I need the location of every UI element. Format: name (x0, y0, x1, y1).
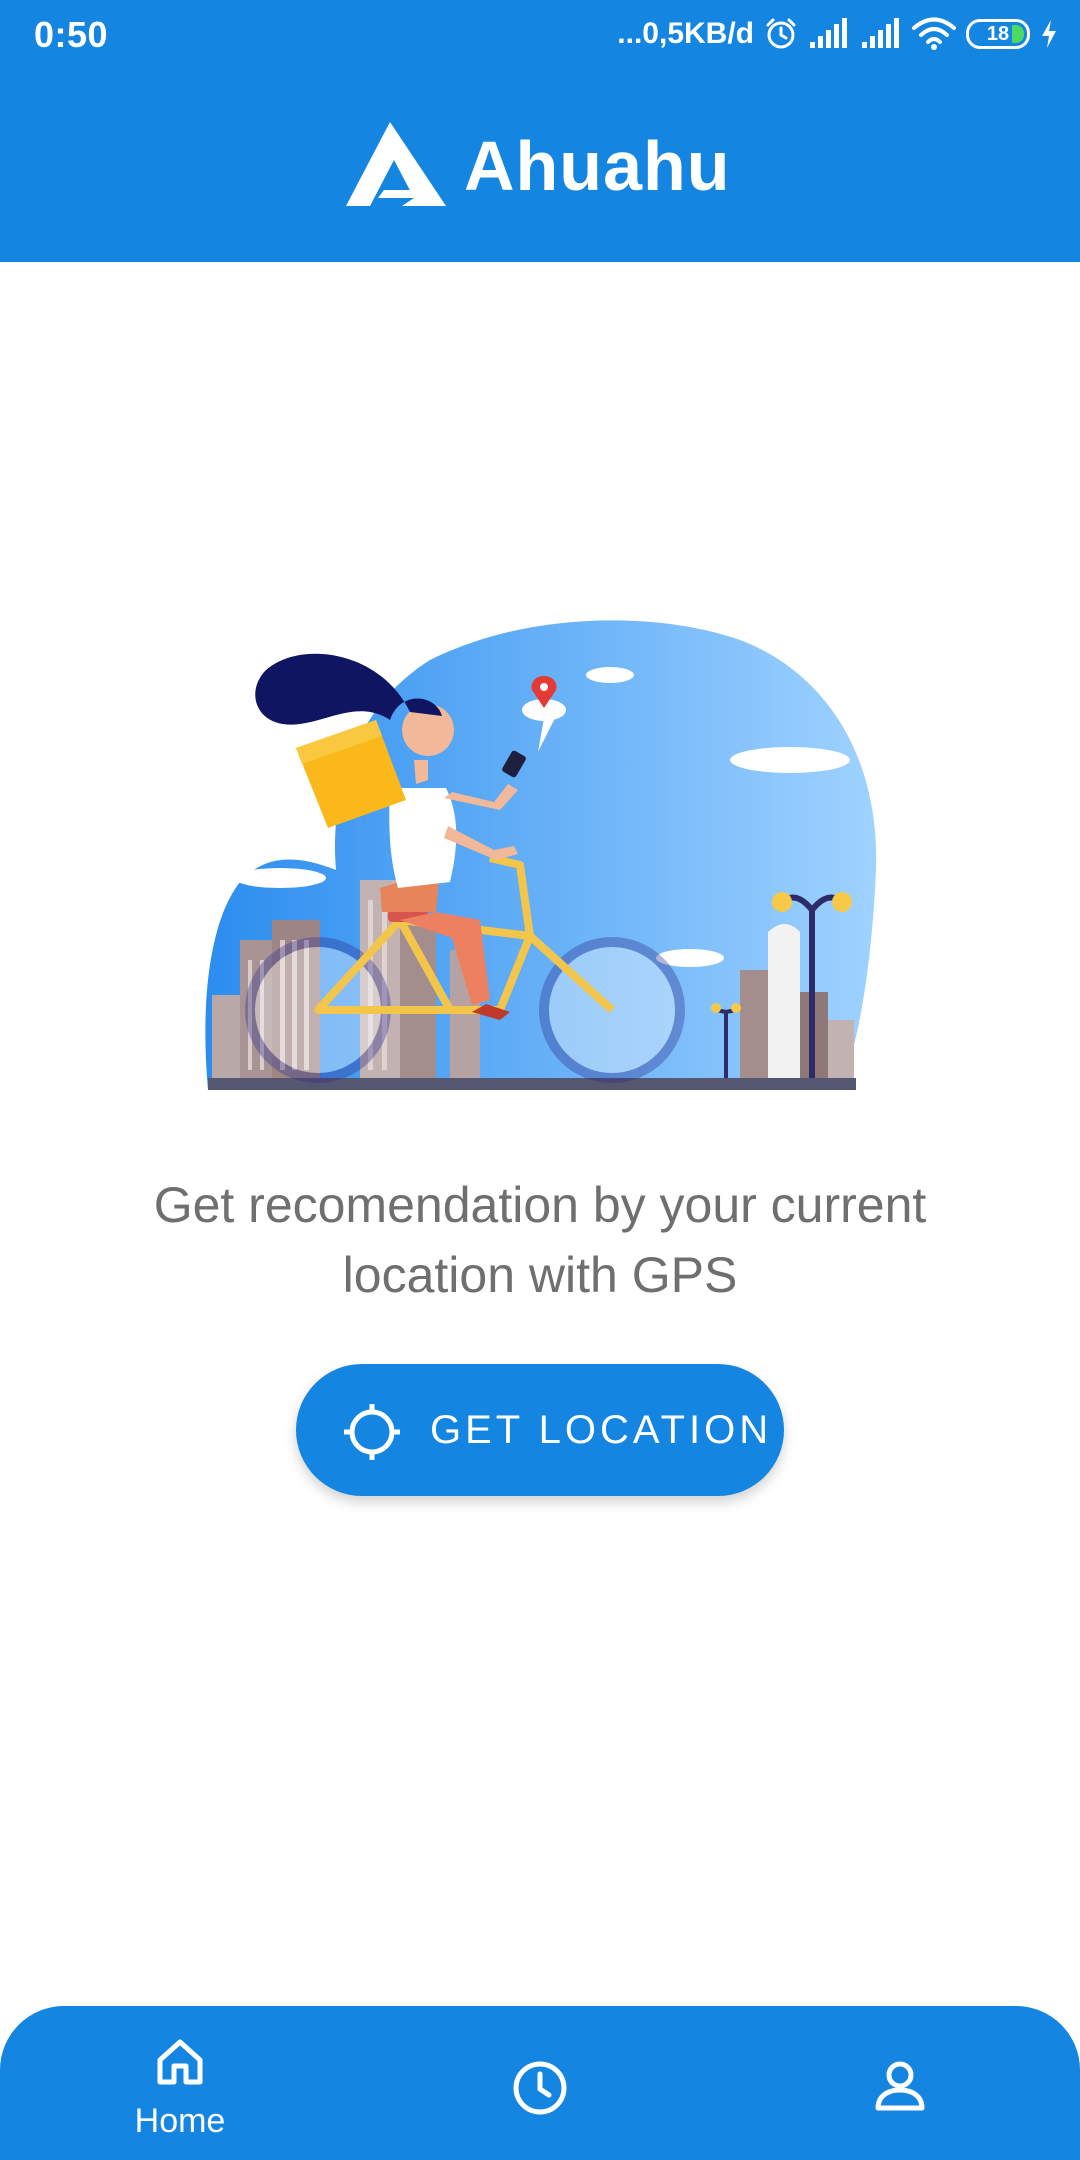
battery-fill (1012, 25, 1024, 43)
signal-icon (808, 18, 850, 50)
crosshair-icon (344, 1404, 400, 1460)
bottom-navigation: Home (0, 2006, 1080, 2160)
nav-item-home[interactable]: Home (110, 2006, 250, 2160)
app-header: 0:50 ...0,5KB/d 18 Ahuahu (0, 0, 1080, 262)
person-icon (875, 2061, 925, 2111)
charging-icon (1040, 19, 1058, 49)
ahuahu-logo-icon (344, 120, 448, 213)
nav-label-home: Home (134, 2102, 226, 2140)
signal-icon (860, 18, 902, 50)
wifi-icon (912, 17, 956, 51)
status-time: 0:50 (34, 14, 109, 55)
delivery-cyclist-illustration (200, 620, 880, 1095)
battery-icon: 18 (966, 19, 1030, 49)
status-bar: 0:50 ...0,5KB/d 18 (0, 0, 1080, 70)
clock-icon (513, 2061, 567, 2115)
get-location-label: GET LOCATION (430, 1408, 773, 1452)
status-icons: ...0,5KB/d 18 (617, 14, 1058, 54)
alarm-icon (764, 17, 798, 51)
gps-message: Get recomendation by your current locati… (153, 1177, 927, 1303)
home-icon (157, 2039, 203, 2085)
nav-item-history[interactable] (500, 2006, 580, 2160)
network-speed: ...0,5KB/d (617, 17, 754, 50)
brand: Ahuahu (344, 118, 731, 214)
get-location-button[interactable]: GET LOCATION (296, 1364, 784, 1496)
nav-item-profile[interactable] (860, 2006, 940, 2160)
battery-level: 18 (986, 22, 1010, 45)
app-name: Ahuahu (464, 127, 731, 205)
